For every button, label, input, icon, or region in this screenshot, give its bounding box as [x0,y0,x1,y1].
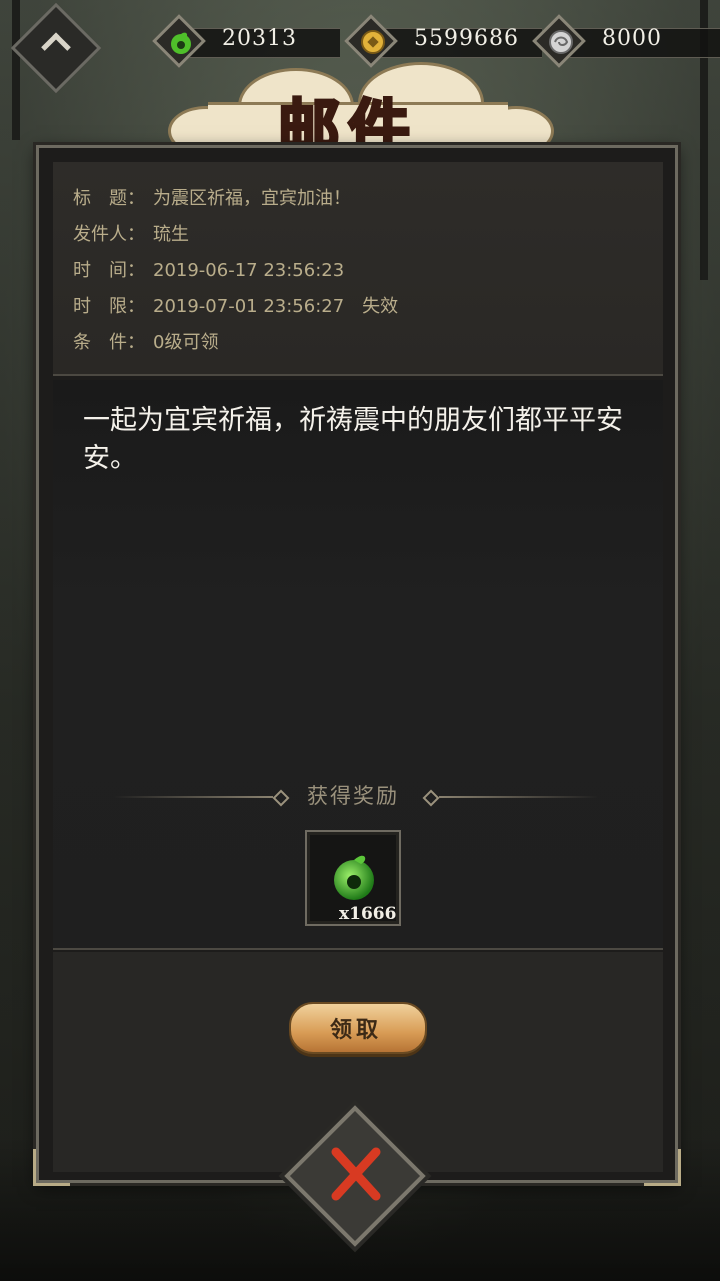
claim-button-label: 领取 [329,1017,382,1043]
reward-quantity: x1666 [339,904,397,924]
corner-ornament [644,1149,681,1186]
reward-title: 获得奖励 [307,784,399,808]
gold-coin-icon [361,30,385,54]
jade-magatama-icon [334,855,374,900]
resource-gold[interactable]: 5599686 [344,14,542,68]
divider-line [113,796,273,798]
resource-value: 5599686 [414,26,519,51]
mail-panel: 标 题： 为震区祈福，宜宾加油！ 发件人： 琉生 时 间： 2019-06-17 23… [33,145,681,1186]
mail-body-text: 一起为宜宾祈福，祈祷震中的朋友们都平平安安。 [83,405,623,474]
silver-coin-icon [549,30,573,54]
mail-condition: 条 件： 0级可领 [73,332,219,353]
background-post [12,0,20,140]
mail-time: 时 间： 2019-06-17 23:56:23 [73,260,345,281]
chevron-up-icon [41,32,71,63]
mail-sender: 发件人： 琉生 [73,224,189,245]
mail-subject: 标 题： 为震区祈福，宜宾加油！ [73,188,351,209]
claim-button[interactable]: 领取 [279,1000,433,1054]
resource-jade[interactable]: 20313 [152,14,340,68]
resource-value: 8000 [602,26,662,51]
corner-ornament [33,1149,70,1186]
resource-value: 20313 [222,26,297,51]
mail-header: 标 题： 为震区祈福，宜宾加油！ 发件人： 琉生 时 间： 2019-06-17 23… [53,162,663,376]
mail-expiry: 时 限： 2019-07-01 23:56:27 失效 [73,296,399,317]
divider-line [439,796,599,798]
resource-silver[interactable]: 8000 [532,14,720,68]
jade-magatama-icon [171,32,191,54]
close-icon [331,1147,381,1201]
